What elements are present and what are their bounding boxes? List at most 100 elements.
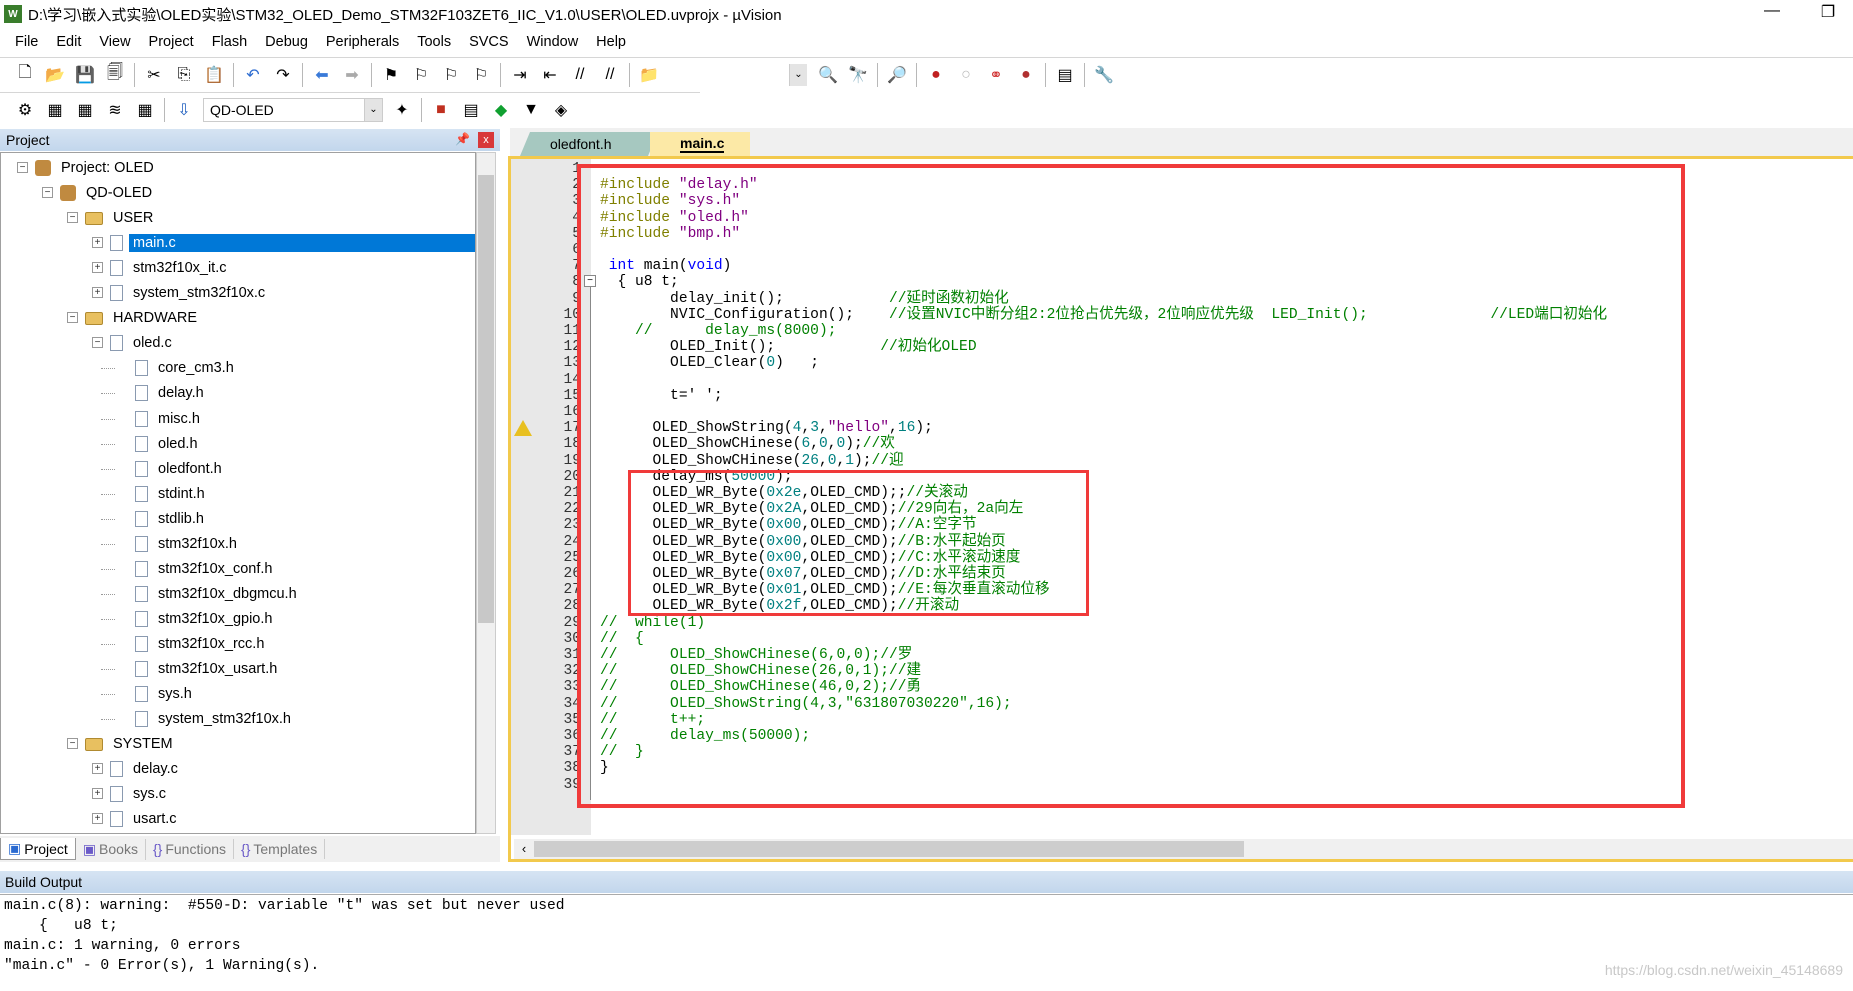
chevron-down-icon[interactable]: ⌄	[364, 98, 382, 121]
clear-bookmarks-icon[interactable]: ⚐	[469, 63, 493, 87]
expand-icon[interactable]: +	[92, 237, 103, 249]
tree-item[interactable]: stm32f10x_conf.h	[135, 557, 276, 581]
tree-item[interactable]: stdint.h	[135, 482, 209, 506]
tree-item[interactable]: usart.c	[110, 807, 181, 831]
tree-item[interactable]: HARDWARE	[85, 306, 201, 330]
tree-item[interactable]: main.c	[110, 231, 475, 255]
stop-build-icon[interactable]: ▦	[133, 98, 157, 122]
close-panel-button[interactable]: x	[478, 132, 494, 148]
kill-breakpoints-icon[interactable]: ●	[1014, 63, 1038, 87]
tree-item[interactable]: system_stm32f10x.c	[110, 281, 269, 305]
tree-item[interactable]: stdlib.h	[135, 507, 208, 531]
uncomment-icon[interactable]: //	[598, 63, 622, 87]
undo-icon[interactable]: ↶	[241, 63, 265, 87]
load-icon[interactable]: ⇩	[172, 98, 196, 122]
manage-components-icon[interactable]: ■	[429, 98, 453, 122]
tree-item[interactable]: delay.c	[110, 757, 182, 781]
menu-svcs[interactable]: SVCS	[460, 34, 518, 50]
tree-item[interactable]: stm32f10x_usart.h	[135, 657, 281, 681]
tree-item[interactable]: stm32f10x_dbgmcu.h	[135, 582, 301, 606]
menu-debug[interactable]: Debug	[256, 34, 317, 50]
tree-item[interactable]: stm32f10x.h	[135, 532, 241, 556]
indent-icon[interactable]: ⇥	[508, 63, 532, 87]
debug-session-icon[interactable]: 🔎	[885, 63, 909, 87]
open-icon[interactable]: 📂	[43, 63, 67, 87]
tab-main-c[interactable]: main.c	[650, 132, 750, 156]
menu-tools[interactable]: Tools	[408, 34, 460, 50]
tree-item[interactable]: misc.h	[135, 407, 204, 431]
expand-icon[interactable]: +	[92, 287, 103, 299]
expand-icon[interactable]: +	[92, 813, 103, 825]
incremental-find-icon[interactable]: 🔍	[816, 63, 840, 87]
menu-view[interactable]: View	[90, 34, 139, 50]
target-options-icon[interactable]: ✦	[390, 98, 414, 122]
find-dropdown[interactable]: ⌄	[789, 63, 807, 86]
tab-functions[interactable]: {} Functions	[146, 839, 235, 859]
nav-forward-icon[interactable]: ➡	[340, 63, 364, 87]
menu-peripherals[interactable]: Peripherals	[317, 34, 408, 50]
tab-oledfont-h[interactable]: oledfont.h	[520, 132, 658, 156]
collapse-icon[interactable]: −	[67, 312, 78, 324]
tree-item[interactable]: stm32f10x_it.c	[110, 256, 231, 280]
tree-item[interactable]: sys.h	[135, 682, 196, 706]
restore-button[interactable]: ❐	[1808, 2, 1848, 26]
target-select[interactable]: QD-OLED ⌄	[203, 97, 383, 122]
expand-icon[interactable]: +	[92, 262, 103, 274]
configure-icon[interactable]: 🔧	[1092, 63, 1116, 87]
collapse-icon[interactable]: −	[92, 337, 103, 349]
menu-edit[interactable]: Edit	[47, 34, 90, 50]
tree-item[interactable]: core_cm3.h	[135, 356, 238, 380]
tab-books[interactable]: ▣ Books	[76, 838, 146, 860]
collapse-icon[interactable]: −	[17, 162, 28, 173]
new-file-icon[interactable]: 🗋	[13, 63, 37, 87]
tab-project[interactable]: ▣ Project	[0, 838, 76, 860]
expand-icon[interactable]: +	[92, 763, 103, 775]
disable-all-breakpoints-icon[interactable]: ⚭	[984, 63, 1008, 87]
build-icon[interactable]: ▦	[43, 98, 67, 122]
menu-window[interactable]: Window	[518, 34, 588, 50]
menu-flash[interactable]: Flash	[203, 34, 256, 50]
nav-back-icon[interactable]: ⬅	[310, 63, 334, 87]
scroll-left-icon[interactable]: ‹	[514, 839, 534, 859]
next-bookmark-icon[interactable]: ⚐	[439, 63, 463, 87]
tree-item[interactable]: oled.h	[135, 432, 202, 456]
breakpoint-icon[interactable]: ●	[924, 63, 948, 87]
window-layout-icon[interactable]: ▤	[1053, 63, 1077, 87]
unindent-icon[interactable]: ⇤	[538, 63, 562, 87]
tree-item[interactable]: delay.h	[135, 381, 208, 405]
collapse-icon[interactable]: −	[67, 212, 78, 224]
tree-item[interactable]: oledfont.h	[135, 457, 226, 481]
tree-item[interactable]: stm32f10x_rcc.h	[135, 632, 268, 656]
find-icon[interactable]: 🔭	[846, 63, 870, 87]
collapse-icon[interactable]: −	[42, 187, 53, 199]
select-packs-icon[interactable]: ▤	[459, 98, 483, 122]
tree-item[interactable]: stm32f10x_gpio.h	[135, 607, 276, 631]
prev-bookmark-icon[interactable]: ⚐	[409, 63, 433, 87]
copy-icon[interactable]: ⎘	[172, 63, 196, 87]
cut-icon[interactable]: ✂	[142, 63, 166, 87]
redo-icon[interactable]: ↷	[271, 63, 295, 87]
save-all-icon[interactable]: 🗐	[103, 63, 127, 87]
tree-item[interactable]: USER	[85, 206, 157, 230]
save-icon[interactable]: 💾	[73, 63, 97, 87]
bookmark-icon[interactable]: ⚑	[379, 63, 403, 87]
event-recorder-icon[interactable]: ◈	[549, 98, 573, 122]
tree-scrollbar-thumb[interactable]	[478, 175, 494, 623]
tree-item[interactable]: Project: OLED	[35, 156, 158, 180]
collapse-icon[interactable]: −	[67, 738, 78, 750]
find-in-files-icon[interactable]: 📁	[637, 63, 661, 87]
expand-icon[interactable]: +	[92, 788, 103, 800]
tree-item[interactable]: QD-OLED	[60, 181, 156, 205]
tree-item[interactable]: oled.c	[110, 331, 176, 355]
tab-templates[interactable]: {} Templates	[234, 839, 326, 859]
disable-breakpoint-icon[interactable]: ○	[954, 63, 978, 87]
batch-build-icon[interactable]: ≋	[103, 98, 127, 122]
translate-icon[interactable]: ⚙	[13, 98, 37, 122]
manage-rte-icon[interactable]: ▼	[519, 98, 543, 122]
pack-installer-icon[interactable]: ◆	[489, 98, 513, 122]
paste-icon[interactable]: 📋	[202, 63, 226, 87]
tree-item[interactable]: SYSTEM	[85, 732, 177, 756]
pin-icon[interactable]: 📌	[455, 132, 470, 146]
menu-project[interactable]: Project	[140, 34, 203, 50]
menu-file[interactable]: File	[6, 34, 47, 50]
